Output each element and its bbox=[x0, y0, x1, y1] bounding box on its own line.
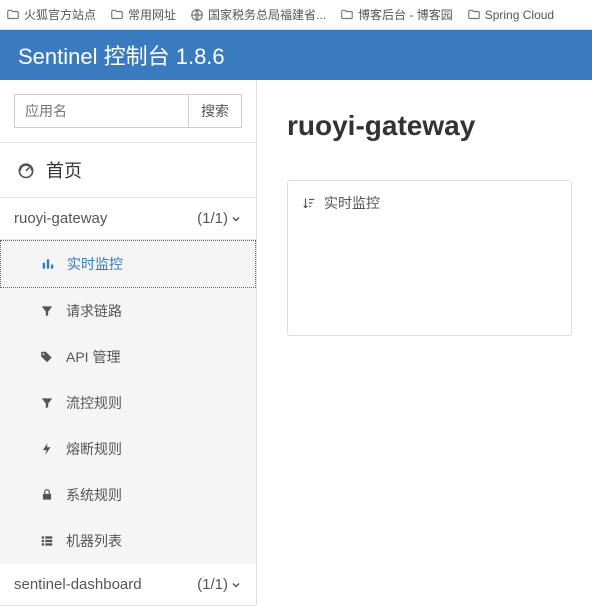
bookmark-item[interactable]: 国家税务总局福建省... bbox=[190, 6, 326, 23]
app-title: Sentinel 控制台 1.8.6 bbox=[18, 39, 225, 71]
sub-item-api[interactable]: API 管理 bbox=[0, 334, 256, 380]
panel-title: 实时监控 bbox=[324, 193, 380, 213]
app-name: ruoyi-gateway bbox=[14, 210, 107, 227]
sidebar: 搜索 首页 ruoyi-gateway (1/1) 实时监控 请求链路 bbox=[0, 80, 257, 605]
tags-icon bbox=[40, 350, 54, 364]
bookmark-label: 火狐官方站点 bbox=[24, 6, 96, 23]
nav-home[interactable]: 首页 bbox=[0, 142, 256, 198]
sub-item-label: 机器列表 bbox=[66, 531, 122, 551]
app-count: (1/1) bbox=[197, 210, 228, 227]
globe-icon bbox=[190, 8, 204, 22]
search-box: 搜索 bbox=[14, 94, 242, 128]
bookmark-item[interactable]: Spring Cloud bbox=[467, 8, 554, 22]
bookmark-item[interactable]: 常用网址 bbox=[110, 6, 176, 23]
sub-item-label: 实时监控 bbox=[67, 254, 123, 274]
barchart-icon bbox=[41, 257, 55, 271]
bookmark-label: 国家税务总局福建省... bbox=[208, 6, 326, 23]
sidebar-app-sentinel-dashboard[interactable]: sentinel-dashboard (1/1) bbox=[0, 564, 256, 606]
sub-item-realtime[interactable]: 实时监控 bbox=[0, 240, 256, 288]
app-header: Sentinel 控制台 1.8.6 bbox=[0, 30, 592, 80]
bookmark-item[interactable]: 火狐官方站点 bbox=[6, 6, 96, 23]
bookmark-label: 常用网址 bbox=[128, 6, 176, 23]
sort-icon bbox=[302, 196, 316, 210]
sub-item-system-rules[interactable]: 系统规则 bbox=[0, 472, 256, 518]
panel-heading: 实时监控 bbox=[288, 181, 571, 225]
main-content: ruoyi-gateway 实时监控 bbox=[257, 80, 592, 605]
nav-home-label: 首页 bbox=[46, 157, 82, 183]
search-input[interactable] bbox=[15, 95, 188, 127]
page-title: ruoyi-gateway bbox=[287, 110, 572, 142]
folder-icon bbox=[340, 8, 354, 22]
app-name: sentinel-dashboard bbox=[14, 576, 142, 593]
list-icon bbox=[40, 534, 54, 548]
folder-icon bbox=[110, 8, 124, 22]
app-count: (1/1) bbox=[197, 576, 228, 593]
chevron-down-icon bbox=[230, 213, 242, 225]
bookmark-label: 博客后台 - 博客园 bbox=[358, 6, 453, 23]
bookmarks-bar: 火狐官方站点 常用网址 国家税务总局福建省... 博客后台 - 博客园 Spri… bbox=[0, 0, 592, 30]
sub-item-label: API 管理 bbox=[66, 347, 120, 367]
flash-icon bbox=[40, 442, 54, 456]
search-button[interactable]: 搜索 bbox=[188, 95, 241, 127]
lock-icon bbox=[40, 488, 54, 502]
bookmark-item[interactable]: 博客后台 - 博客园 bbox=[340, 6, 453, 23]
panel-realtime: 实时监控 bbox=[287, 180, 572, 336]
sub-item-flow-rules[interactable]: 流控规则 bbox=[0, 380, 256, 426]
sub-item-request-chain[interactable]: 请求链路 bbox=[0, 288, 256, 334]
filter-icon bbox=[40, 396, 54, 410]
folder-icon bbox=[6, 8, 20, 22]
sub-item-label: 流控规则 bbox=[66, 393, 122, 413]
sub-item-label: 系统规则 bbox=[66, 485, 122, 505]
panel-body bbox=[288, 225, 571, 335]
chevron-down-icon bbox=[230, 579, 242, 591]
dashboard-icon bbox=[16, 160, 36, 180]
sub-item-label: 请求链路 bbox=[66, 301, 122, 321]
filter-icon bbox=[40, 304, 54, 318]
bookmark-label: Spring Cloud bbox=[485, 8, 554, 22]
sub-item-label: 熔断规则 bbox=[66, 439, 122, 459]
folder-icon bbox=[467, 8, 481, 22]
sidebar-app-ruoyi-gateway[interactable]: ruoyi-gateway (1/1) bbox=[0, 198, 256, 240]
sidebar-submenu: 实时监控 请求链路 API 管理 流控规则 熔断规则 系统规则 bbox=[0, 240, 256, 564]
sub-item-machines[interactable]: 机器列表 bbox=[0, 518, 256, 564]
sub-item-degrade-rules[interactable]: 熔断规则 bbox=[0, 426, 256, 472]
